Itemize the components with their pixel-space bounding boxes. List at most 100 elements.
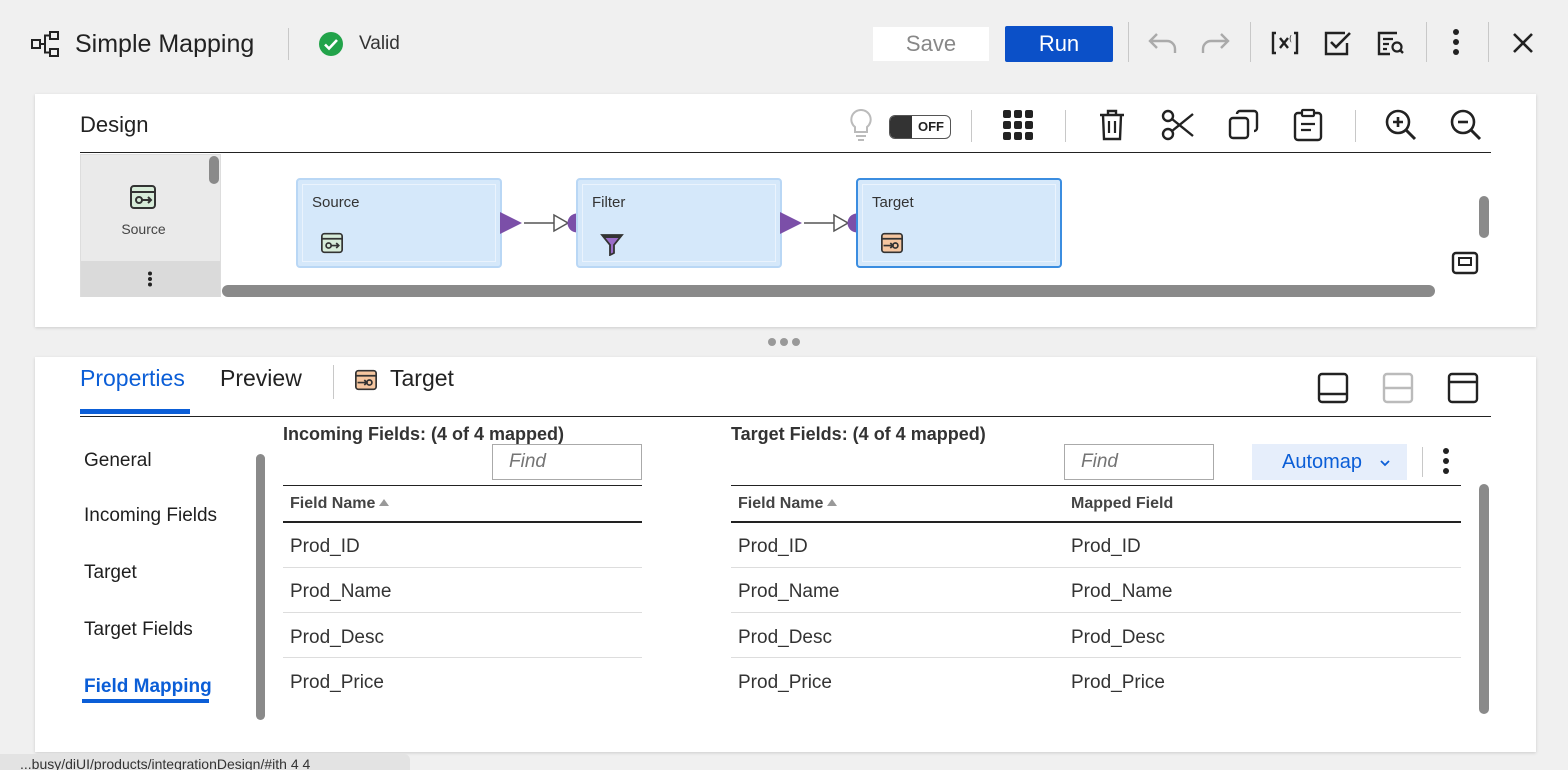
valid-check-icon (318, 31, 344, 57)
source-icon (320, 232, 344, 254)
source-icon (129, 184, 157, 210)
undo-icon[interactable] (1146, 28, 1180, 58)
toggle-knob (890, 116, 912, 138)
sort-up-icon[interactable] (827, 499, 837, 506)
incoming-fields-title: Incoming Fields: (4 of 4 mapped) (283, 424, 565, 444)
target-row-field[interactable]: Prod_ID (738, 536, 808, 558)
page-title: Simple Mapping (75, 30, 255, 58)
table-border (283, 485, 642, 486)
zoom-in-icon[interactable] (1384, 108, 1418, 142)
sidebar-scrollbar[interactable] (256, 454, 265, 720)
incoming-row-field[interactable]: Prod_Price (290, 672, 384, 694)
more-vertical-icon[interactable] (1444, 26, 1468, 58)
incoming-row-field[interactable]: Prod_Desc (290, 627, 384, 649)
paste-icon[interactable] (1292, 108, 1324, 142)
lightbulb-icon[interactable] (848, 107, 874, 143)
design-divider (80, 152, 1491, 153)
node-source[interactable]: Source (296, 178, 502, 268)
mapping-icon (30, 30, 62, 58)
row-divider (283, 567, 642, 568)
cut-icon[interactable] (1161, 108, 1195, 142)
incoming-row-field[interactable]: Prod_ID (290, 536, 360, 558)
close-icon[interactable] (1508, 28, 1538, 58)
dock-bottom-icon[interactable] (1317, 372, 1349, 404)
fit-icon[interactable] (1451, 251, 1479, 275)
palette-scrollbar[interactable] (209, 156, 219, 184)
tab-preview[interactable]: Preview (220, 365, 302, 392)
table-header-border (731, 521, 1461, 523)
tab-properties[interactable]: Properties (80, 365, 185, 392)
divider (1488, 22, 1489, 62)
smart-suggest-toggle[interactable]: OFF (889, 115, 951, 139)
table-scrollbar[interactable] (1479, 484, 1489, 714)
sidebar-item-field-mapping[interactable]: Field Mapping (84, 676, 212, 698)
sidebar-item-general[interactable]: General (84, 450, 152, 472)
tabs-divider (80, 416, 1491, 417)
divider (1128, 22, 1129, 62)
column-header-field-name[interactable]: Field Name (738, 495, 823, 513)
copy-icon[interactable] (1227, 109, 1259, 141)
target-row-mapped[interactable]: Prod_Price (1071, 672, 1165, 694)
divider (1250, 22, 1251, 62)
trash-icon[interactable] (1098, 109, 1126, 141)
column-header-mapped-field[interactable]: Mapped Field (1071, 495, 1173, 513)
automap-label: Automap (1282, 451, 1363, 473)
filter-icon (600, 232, 624, 256)
divider (1355, 110, 1356, 142)
svg-text:(: ( (1289, 34, 1292, 43)
node-title: Target (872, 194, 914, 211)
incoming-find-input[interactable] (492, 444, 642, 480)
zoom-out-icon[interactable] (1449, 108, 1483, 142)
target-icon (880, 232, 904, 254)
target-icon (354, 369, 378, 391)
object-label: Target (390, 365, 454, 391)
target-row-field[interactable]: Prod_Name (738, 581, 839, 603)
grid-icon[interactable] (1001, 108, 1035, 142)
more-vertical-icon[interactable] (1442, 446, 1450, 476)
node-title: Filter (592, 194, 626, 211)
design-panel: Design OFF Source Source Filter Target (35, 94, 1536, 327)
chevron-down-icon (1379, 445, 1391, 479)
palette-more-button[interactable] (81, 261, 220, 297)
row-divider (731, 657, 1461, 658)
row-divider (283, 657, 642, 658)
dock-top-icon[interactable] (1447, 372, 1479, 404)
toggle-label: OFF (918, 119, 944, 134)
row-divider (731, 612, 1461, 613)
row-divider (731, 567, 1461, 568)
sidebar-item-incoming-fields[interactable]: Incoming Fields (84, 505, 217, 527)
target-fields-title: Target Fields: (4 of 4 mapped) (731, 424, 986, 444)
target-row-field[interactable]: Prod_Desc (738, 627, 832, 649)
sidebar-item-target[interactable]: Target (84, 562, 137, 584)
node-target[interactable]: Target (856, 178, 1062, 268)
summary-icon[interactable] (1374, 27, 1408, 59)
palette-item-source[interactable]: Source (80, 154, 221, 297)
run-button[interactable]: Run (1005, 26, 1113, 62)
sidebar-item-target-fields[interactable]: Target Fields (84, 619, 193, 641)
palette-item-label: Source (121, 221, 166, 237)
panel-resize-handle[interactable] (768, 338, 808, 346)
top-bar: Simple Mapping Valid Save Run ( (0, 0, 1568, 88)
target-row-mapped[interactable]: Prod_ID (1071, 536, 1141, 558)
parameter-icon[interactable]: ( (1268, 27, 1302, 59)
incoming-row-field[interactable]: Prod_Name (290, 581, 391, 603)
sort-up-icon[interactable] (379, 499, 389, 506)
canvas-vertical-scrollbar[interactable] (1479, 196, 1489, 238)
dock-middle-icon[interactable] (1382, 372, 1414, 404)
validate-icon[interactable] (1321, 27, 1355, 59)
divider (288, 28, 289, 60)
automap-dropdown[interactable]: Automap (1252, 444, 1407, 480)
status-url: ...busy/diUI/products/integrationDesign/… (0, 754, 410, 770)
target-row-mapped[interactable]: Prod_Name (1071, 581, 1172, 603)
active-tab-indicator (80, 409, 190, 414)
divider (1422, 447, 1423, 477)
target-row-mapped[interactable]: Prod_Desc (1071, 627, 1165, 649)
target-row-field[interactable]: Prod_Price (738, 672, 832, 694)
divider (1426, 22, 1427, 62)
target-find-input[interactable] (1064, 444, 1214, 480)
redo-icon[interactable] (1198, 28, 1232, 58)
column-header-field-name[interactable]: Field Name (290, 495, 375, 513)
save-button[interactable]: Save (873, 27, 989, 61)
node-filter[interactable]: Filter (576, 178, 782, 268)
canvas-horizontal-scrollbar[interactable] (222, 285, 1435, 297)
